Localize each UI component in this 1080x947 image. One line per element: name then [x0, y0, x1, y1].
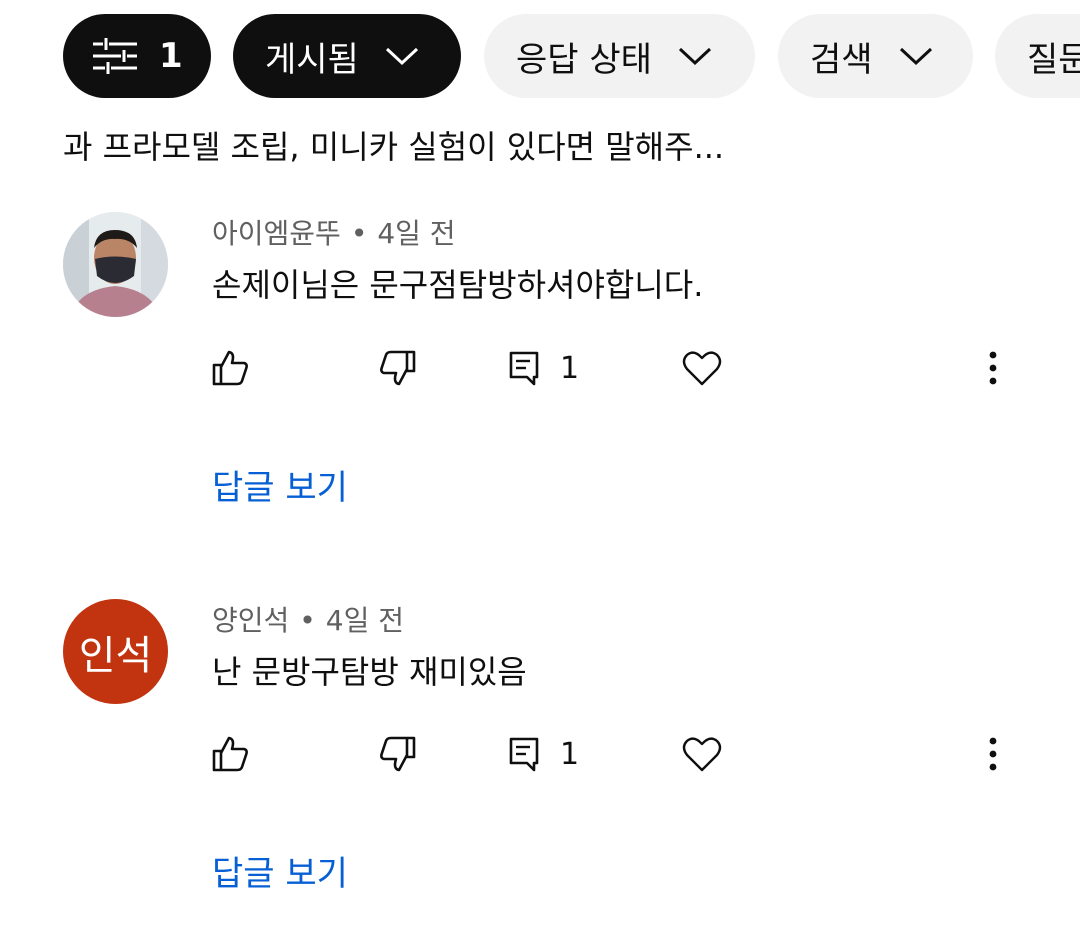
comment-actions: 1 — [0, 343, 1080, 393]
reply-button[interactable]: 1 — [508, 729, 579, 779]
reply-button[interactable]: 1 — [508, 343, 579, 393]
search-chip-label: 검색 — [810, 39, 873, 80]
thumbs-down-icon — [378, 348, 418, 388]
heart-icon — [682, 349, 722, 387]
avatar[interactable] — [63, 212, 168, 317]
more-vert-icon — [988, 737, 998, 771]
filter-chip-bar: 1 게시됨 응답 상태 검색 질문 — [63, 14, 1080, 98]
intro-text: 과 프라모델 조립, 미니카 실험이 있다면 말해주... — [63, 128, 725, 166]
thumbs-up-icon — [210, 348, 250, 388]
avatar-initials: 인석 — [78, 632, 153, 679]
comment-meta: 양인석 • 4일 전 — [212, 599, 404, 639]
dislike-button[interactable] — [378, 729, 418, 779]
like-button[interactable] — [210, 343, 250, 393]
heart-button[interactable] — [682, 729, 722, 779]
sliders-icon — [91, 36, 139, 76]
reply-status-chip[interactable]: 응답 상태 — [484, 14, 755, 98]
heart-button[interactable] — [682, 343, 722, 393]
chevron-down-icon — [899, 46, 933, 66]
comment-age: 4일 전 — [325, 604, 405, 637]
comment-text: 난 문방구탐방 재미있음 — [212, 653, 527, 691]
thumbs-down-icon — [378, 734, 418, 774]
comment-actions: 1 — [0, 729, 1080, 779]
comment-age: 4일 전 — [377, 217, 456, 250]
posted-chip-label: 게시됨 — [265, 39, 359, 80]
reply-count: 1 — [560, 350, 580, 386]
comment-reply-icon — [508, 350, 540, 386]
filter-count: 1 — [159, 36, 183, 76]
like-button[interactable] — [210, 729, 250, 779]
posted-chip[interactable]: 게시됨 — [233, 14, 461, 98]
question-chip[interactable]: 질문 — [995, 14, 1080, 98]
filter-chip[interactable]: 1 — [63, 14, 211, 98]
meta-separator: • — [299, 604, 316, 637]
comment-text: 손제이님은 문구점탐방하셔야합니다. — [212, 266, 704, 304]
reply-status-chip-label: 응답 상태 — [516, 39, 652, 80]
comment-reply-icon — [508, 736, 540, 772]
view-replies-link[interactable]: 답글 보기 — [212, 460, 348, 509]
more-vert-icon — [988, 351, 998, 385]
search-chip[interactable]: 검색 — [778, 14, 973, 98]
meta-separator: • — [350, 217, 368, 250]
more-options-button[interactable] — [978, 729, 1008, 779]
comment-author[interactable]: 양인석 — [212, 604, 289, 637]
reply-count: 1 — [560, 736, 580, 772]
thumbs-up-icon — [210, 734, 250, 774]
more-options-button[interactable] — [978, 343, 1008, 393]
heart-icon — [682, 735, 722, 773]
chevron-down-icon — [678, 46, 712, 66]
chevron-down-icon — [385, 46, 419, 66]
view-replies-link[interactable]: 답글 보기 — [212, 846, 348, 895]
avatar[interactable]: 인석 — [63, 599, 168, 704]
comment-meta: 아이엠윤뚜 • 4일 전 — [212, 212, 456, 252]
question-chip-label: 질문 — [1027, 39, 1080, 80]
dislike-button[interactable] — [378, 343, 418, 393]
comment-author[interactable]: 아이엠윤뚜 — [212, 217, 341, 250]
